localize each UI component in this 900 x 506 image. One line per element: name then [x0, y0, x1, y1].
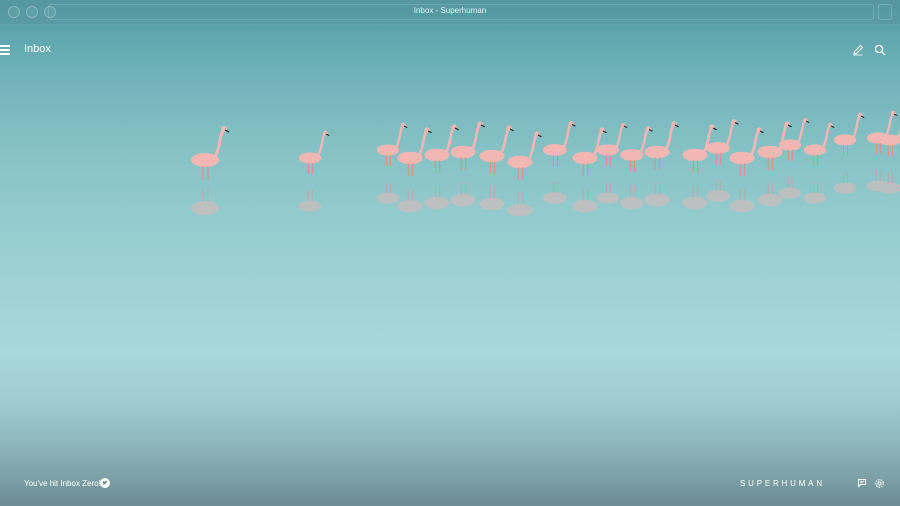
flamingo-reflection — [706, 178, 730, 202]
flamingo-reflection — [572, 187, 598, 213]
flamingo-reflection — [803, 181, 827, 204]
pencil-icon[interactable] — [852, 44, 864, 56]
window-title: Inbox - Superhuman — [413, 6, 487, 15]
page-title: Inbox — [24, 43, 51, 55]
flamingo-reflection — [596, 181, 620, 204]
flamingo-reflection — [424, 184, 450, 210]
flamingo-reflection — [620, 185, 644, 209]
hamburger-icon[interactable] — [0, 45, 10, 55]
flamingo-reflection — [644, 181, 670, 207]
flamingo-reflection — [298, 189, 322, 212]
flamingo-silhouette — [191, 126, 230, 180]
flamingo-reflection — [757, 181, 783, 207]
twitter-bird-icon[interactable] — [100, 478, 110, 488]
flamingo-reflection — [833, 171, 857, 194]
flamingo-reflection — [450, 181, 476, 207]
flamingo-silhouette — [298, 130, 330, 175]
flamingo-reflection — [729, 187, 755, 213]
window-menu-button[interactable] — [878, 4, 892, 20]
inbox-zero-message: You've hit Inbox Zero! — [24, 479, 101, 488]
flamingo-reflection — [682, 184, 708, 210]
title-bar: Inbox - Superhuman — [0, 0, 900, 25]
flag-icon[interactable] — [857, 478, 867, 488]
flamingo-reflection — [376, 181, 400, 204]
flamingo-reflection — [507, 191, 533, 217]
flamingo-silhouette — [543, 121, 576, 168]
flamingo-silhouette — [479, 125, 514, 175]
flamingo-reflection — [778, 176, 802, 199]
inbox-header: Inbox — [0, 40, 900, 60]
app-window: Inbox - Superhuman Inbox You've hit Inbo… — [0, 0, 900, 506]
flamingo-reflection — [543, 180, 567, 204]
gear-icon[interactable] — [874, 478, 885, 489]
flamingo-reflection — [191, 188, 219, 215]
brand-wordmark: SUPERHUMAN — [740, 479, 825, 488]
flamingo-silhouette — [507, 131, 542, 181]
flamingo-silhouette — [833, 112, 865, 157]
flamingo-silhouette — [803, 122, 835, 167]
flamingo-reflection — [397, 187, 423, 213]
flamingo-flock — [191, 110, 900, 181]
search-icon[interactable] — [874, 44, 886, 56]
flamingo-reflection — [479, 185, 505, 211]
flamingo-reflections — [191, 169, 900, 217]
background-photo — [191, 110, 900, 217]
